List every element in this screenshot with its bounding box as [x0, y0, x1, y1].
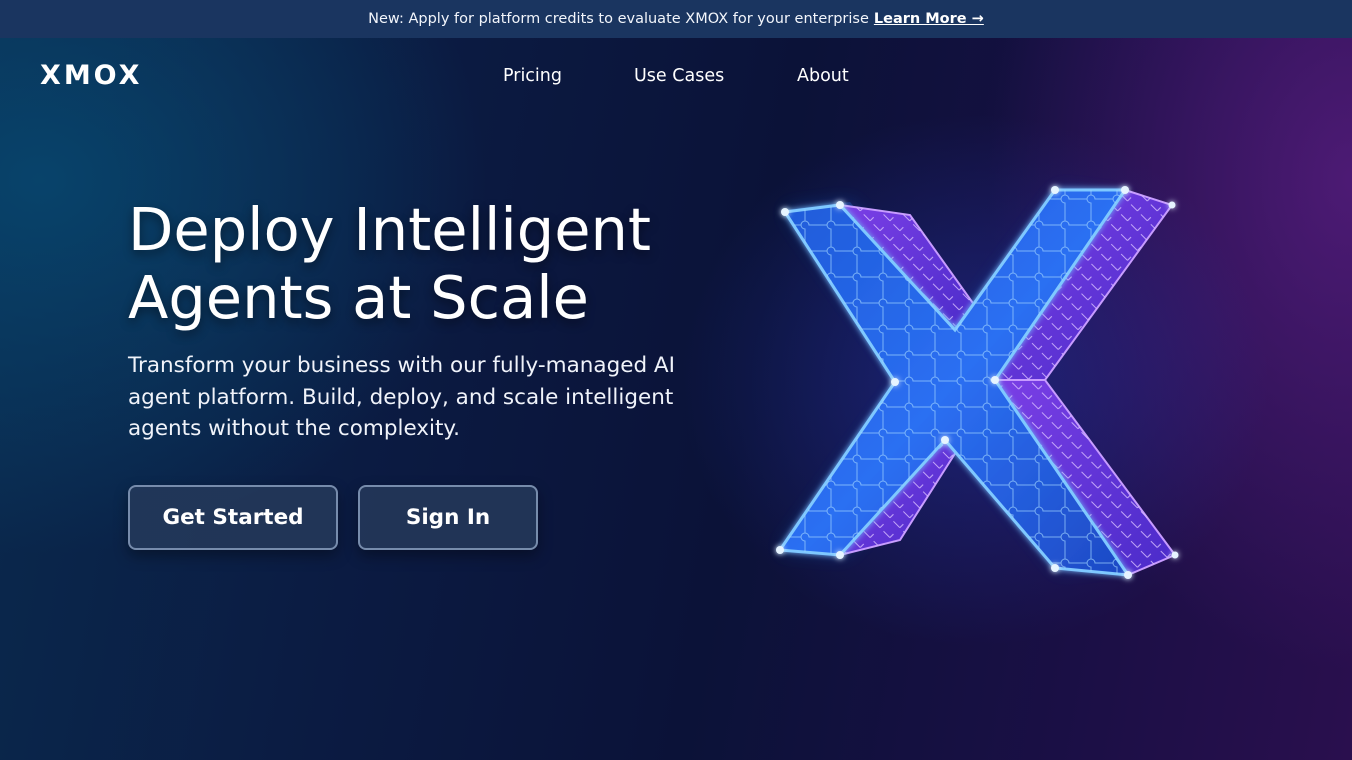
logo[interactable]: XMOX: [40, 58, 143, 94]
hero-subtitle: Transform your business with our fully-m…: [128, 353, 675, 441]
learn-more-link[interactable]: Learn More →: [874, 11, 984, 27]
nav-link-use-cases[interactable]: Use Cases: [634, 63, 724, 89]
nav-link-pricing[interactable]: Pricing: [503, 63, 562, 89]
announcement-bar: New: Apply for platform credits to evalu…: [0, 0, 1352, 38]
announcement-text: New: Apply for platform credits to evalu…: [368, 11, 869, 27]
sign-in-button[interactable]: Sign In: [358, 485, 538, 550]
glowing-x-puzzle-icon: [740, 160, 1210, 600]
get-started-button[interactable]: Get Started: [128, 485, 338, 550]
hero-title: Deploy Intelligent Agents at Scale: [128, 195, 652, 332]
nav-link-about[interactable]: About: [797, 63, 849, 89]
